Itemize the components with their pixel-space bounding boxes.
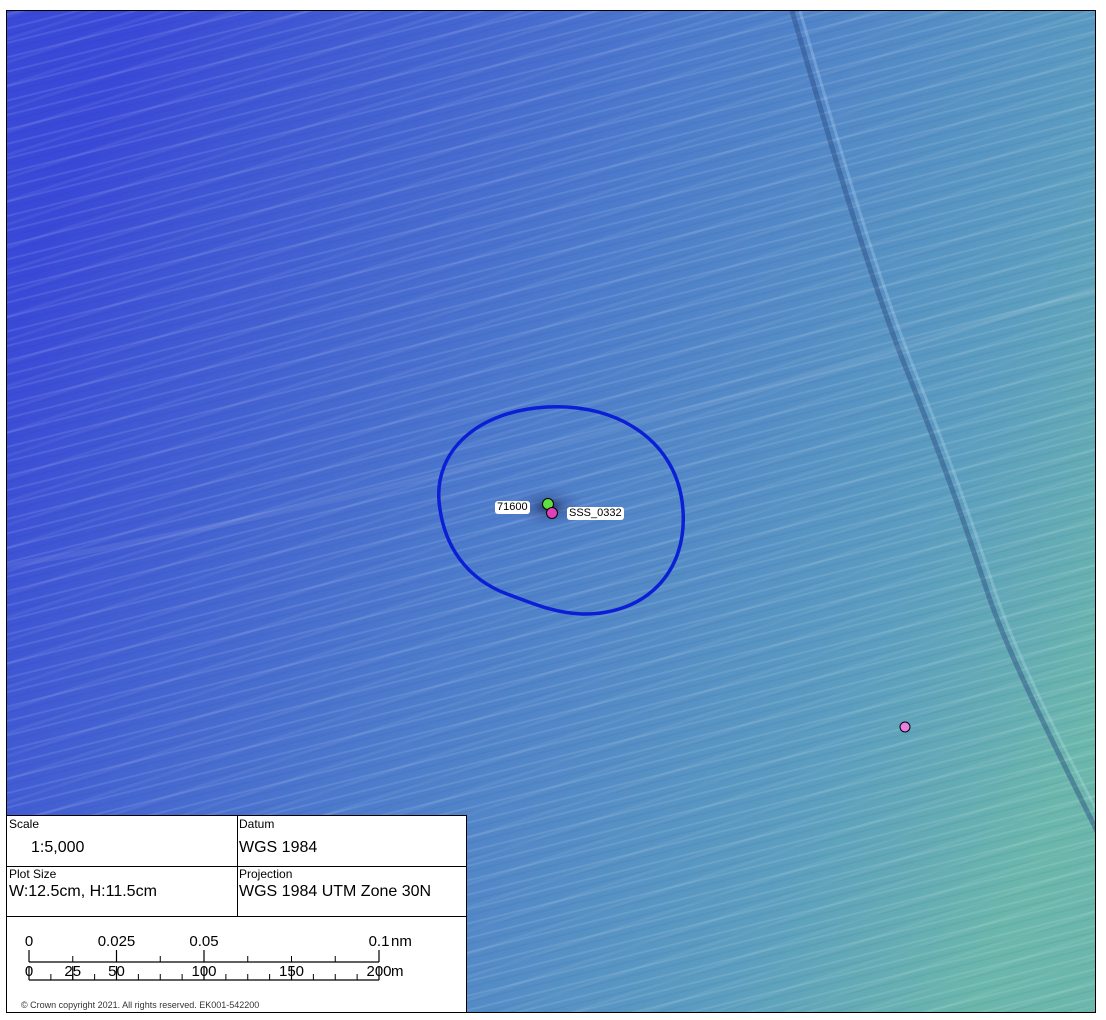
- sss-0332-label: SSS_0332: [567, 507, 624, 520]
- map-frame[interactable]: 71600 SSS_0332 Scale 1:5,000 Datum WGS 1…: [6, 10, 1096, 1013]
- plotsize-cell: Plot Size W:12.5cm, H:11.5cm: [7, 866, 237, 916]
- scale-bar-m-label: 200: [366, 963, 391, 980]
- projection-value: WGS 1984 UTM Zone 30N: [239, 883, 432, 900]
- scale-value: 1:5,000: [31, 839, 85, 856]
- isolated-target-marker[interactable]: [899, 721, 911, 733]
- projection-cell: Projection WGS 1984 UTM Zone 30N: [237, 866, 467, 916]
- scale-bar-nm-label: 0.05: [189, 933, 218, 950]
- plotsize-value: W:12.5cm, H:11.5cm: [9, 883, 157, 900]
- scale-bar-nm-label: 0: [25, 933, 33, 950]
- datum-title: Datum: [239, 817, 275, 831]
- projection-title: Projection: [239, 867, 293, 881]
- scale-title: Scale: [9, 817, 40, 831]
- scale-bar-nm-label: 0.025: [98, 933, 136, 950]
- map-legend-box: Scale 1:5,000 Datum WGS 1984 Plot Size W…: [7, 815, 467, 1012]
- scale-bar-m-unit: m: [391, 963, 404, 980]
- scale-bar-nm-label: 0.1: [369, 933, 390, 950]
- datum-cell: Datum WGS 1984: [237, 816, 467, 866]
- scale-bar-nm-unit: nm: [391, 933, 412, 950]
- datum-value: WGS 1984: [239, 839, 318, 856]
- sss-0332-marker[interactable]: [546, 507, 558, 519]
- scale-bar-m-label: 0: [25, 963, 33, 980]
- scale-cell: Scale 1:5,000: [7, 816, 237, 866]
- copyright-text: © Crown copyright 2021. All rights reser…: [21, 1000, 260, 1010]
- contact-71600-label: 71600: [495, 501, 530, 514]
- scale-bar: 0 0.025 0.05 0.1 nm0 25 50 100 150 200 m: [25, 933, 412, 981]
- plotsize-title: Plot Size: [9, 867, 57, 881]
